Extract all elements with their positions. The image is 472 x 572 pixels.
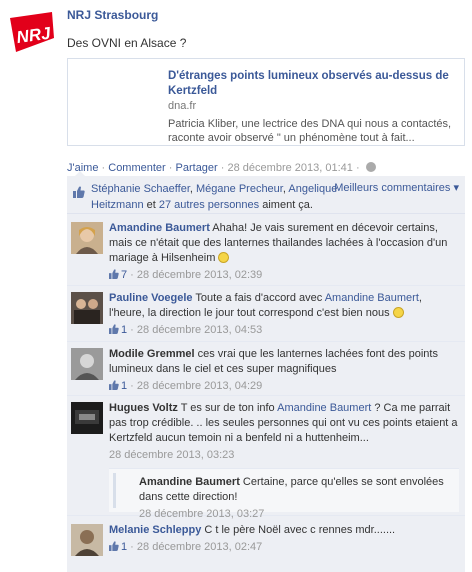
and-text: et — [143, 199, 159, 211]
globe-icon — [365, 162, 376, 172]
post-actions: J'aime · Commenter · Partager · 28 décem… — [67, 162, 376, 174]
mention-link[interactable]: Amandine Baumert — [325, 292, 419, 304]
likes-text: Stéphanie Schaeffer, Mégane Precheur, An… — [91, 181, 341, 213]
comment-timestamp[interactable]: 28 décembre 2013, 02:39 — [137, 269, 262, 281]
reply-indent-bar — [113, 473, 116, 508]
preview-description: Patricia Kliber, une lectrice des DNA qu… — [168, 118, 452, 144]
comment-body: Melanie Schleppy C t le père Noël avec c… — [109, 523, 459, 555]
comment-like-count[interactable]: 1 — [121, 380, 127, 392]
comment-item: Pauline Voegele Toute a fais d'accord av… — [67, 286, 465, 342]
comment-author[interactable]: Pauline Voegele — [109, 292, 193, 304]
comment-item: Melanie Schleppy C t le père Noël avec c… — [67, 516, 465, 572]
comment-text: C t le père Noël avec c rennes mdr......… — [201, 524, 396, 536]
smiley-icon — [218, 252, 230, 263]
comment-meta: 1 · 28 décembre 2013, 02:47 — [109, 540, 459, 555]
comment-meta: 1 · 28 décembre 2013, 04:29 — [109, 379, 459, 394]
comment-author[interactable]: Modile Gremmel — [109, 348, 195, 360]
link-preview[interactable]: D'étranges points lumineux observés au-d… — [67, 58, 465, 146]
reply-author[interactable]: Amandine Baumert — [139, 476, 240, 488]
liker-name[interactable]: Mégane Precheur — [196, 183, 283, 195]
comment-item: Amandine Baumert Ahaha! Je vais surement… — [67, 214, 465, 286]
smiley-icon — [392, 307, 404, 318]
reply-item: Amandine Baumert Certaine, parce qu'elle… — [109, 468, 459, 520]
page-name[interactable]: NRJ Strasbourg — [67, 8, 158, 22]
thumbs-up-icon — [109, 541, 119, 551]
comment-like-count[interactable]: 1 — [121, 541, 127, 553]
comment-timestamp[interactable]: 28 décembre 2013, 02:47 — [137, 541, 262, 553]
comment-timestamp[interactable]: 28 décembre 2013, 04:29 — [137, 380, 262, 392]
separator: · — [101, 162, 106, 174]
separator: · — [355, 162, 360, 174]
thumbs-up-icon — [109, 324, 119, 334]
preview-domain: dna.fr — [168, 100, 197, 112]
mention-link[interactable]: Amandine Baumert — [277, 402, 371, 414]
svg-text:NRJ: NRJ — [15, 23, 52, 47]
comment-text: Toute a fais d'accord avec — [192, 292, 325, 304]
comment-text: T es sur de ton info — [177, 402, 278, 414]
separator: · — [168, 162, 173, 174]
comment-item: Modile Gremmel ces vrai que les lanterne… — [67, 342, 465, 396]
share-link[interactable]: Partager — [176, 162, 218, 174]
avatar[interactable] — [71, 402, 103, 434]
post-timestamp[interactable]: 28 décembre 2013, 01:41 — [228, 162, 353, 174]
comment-author[interactable]: Amandine Baumert — [109, 222, 210, 234]
avatar[interactable] — [71, 524, 103, 556]
preview-thumbnail[interactable] — [76, 69, 156, 137]
likes-summary: Stéphanie Schaeffer, Mégane Precheur, An… — [67, 176, 465, 214]
comment-body: Modile Gremmel ces vrai que les lanterne… — [109, 347, 459, 394]
avatar[interactable] — [71, 348, 103, 380]
comment-like-count[interactable]: 7 — [121, 269, 127, 281]
comment-body: Pauline Voegele Toute a fais d'accord av… — [109, 291, 459, 338]
comment-author[interactable]: Melanie Schleppy — [109, 524, 201, 536]
other-likers-link[interactable]: 27 autres personnes — [159, 199, 259, 211]
feedback-box: Stéphanie Schaeffer, Mégane Precheur, An… — [67, 171, 465, 572]
comment-author[interactable]: Hugues Voltz — [109, 402, 178, 414]
comment-meta: 1 · 28 décembre 2013, 04:53 — [109, 323, 459, 338]
reply-body: Amandine Baumert Certaine, parce qu'elle… — [139, 475, 451, 522]
thumbs-up-icon — [109, 380, 119, 390]
comment-item: Hugues Voltz T es sur de ton info Amandi… — [67, 396, 465, 520]
comment-like-count[interactable]: 1 — [121, 324, 127, 336]
comment-meta: 7 · 28 décembre 2013, 02:39 — [109, 268, 459, 283]
liker-name[interactable]: Stéphanie Schaeffer — [91, 183, 190, 195]
avatar[interactable] — [71, 292, 103, 324]
comment-timestamp[interactable]: 28 décembre 2013, 04:53 — [137, 324, 262, 336]
comment-link[interactable]: Commenter — [108, 162, 165, 174]
comment-timestamp[interactable]: 28 décembre 2013, 03:23 — [109, 449, 234, 461]
best-comments-dropdown[interactable]: Meilleurs commentaires ▾ — [334, 181, 459, 194]
thumbs-up-icon — [73, 186, 85, 198]
preview-title[interactable]: D'étranges points lumineux observés au-d… — [168, 69, 460, 99]
likes-suffix: aiment ça. — [259, 199, 313, 211]
comment-body: Amandine Baumert Ahaha! Je vais surement… — [109, 221, 459, 283]
thumbs-up-icon — [109, 269, 119, 279]
separator: · — [220, 162, 225, 174]
comment-body: Hugues Voltz T es sur de ton info Amandi… — [109, 401, 459, 463]
comment-meta: 28 décembre 2013, 03:23 — [109, 448, 459, 463]
post-text: Des OVNI en Alsace ? — [67, 36, 187, 50]
nrj-logo[interactable]: NRJ — [8, 8, 56, 56]
avatar[interactable] — [71, 222, 103, 254]
